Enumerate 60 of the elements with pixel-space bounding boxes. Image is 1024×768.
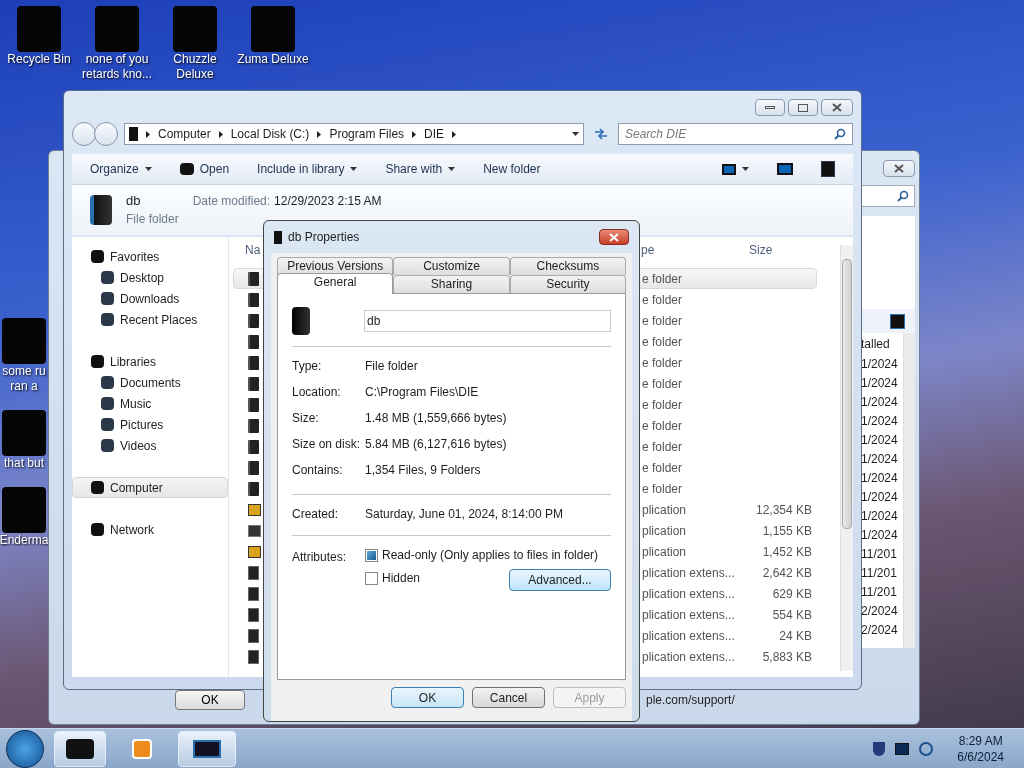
date-cell-text: 1/2024 xyxy=(861,375,899,392)
type-cell-text: e folder xyxy=(642,375,684,393)
date-cell-text: 1/2024 xyxy=(861,489,899,506)
item-type: File folder xyxy=(126,211,179,228)
type-cell-text: e folder xyxy=(642,438,684,456)
property-label: Attributes: xyxy=(292,549,348,566)
property-label: Size: xyxy=(292,410,320,427)
property-label: Size on disk: xyxy=(292,436,362,453)
size-cell-text: 629 KB xyxy=(771,585,812,603)
property-value: 1.48 MB (1,559,666 bytes) xyxy=(365,410,507,427)
date-cell-text: 11/201 xyxy=(861,546,898,563)
item-name: db xyxy=(126,192,142,210)
property-label: Contains: xyxy=(292,462,344,479)
date-cell-text: 1/2024 xyxy=(861,432,899,449)
type-cell-text: e folder xyxy=(642,396,684,414)
date-cell-text: 1/2024 xyxy=(861,508,899,525)
type-cell-text: plication extens... xyxy=(642,585,736,603)
date-cell-text: 2/2024 xyxy=(861,622,899,639)
dialog-title: db Properties xyxy=(288,229,361,246)
property-label: Type: xyxy=(292,358,323,375)
type-cell-text: e folder xyxy=(642,333,684,351)
size-cell-text: 2,642 KB xyxy=(761,564,812,582)
date-cell-text: 1/2024 xyxy=(861,470,899,487)
date-cell-text: 1/2024 xyxy=(861,356,899,373)
date-cell-text: 1/2024 xyxy=(861,394,899,411)
type-cell-text: e folder xyxy=(642,291,684,309)
field-value: 12/29/2023 2:15 AM xyxy=(274,193,382,210)
date-cell-text: 11/201 xyxy=(861,584,898,601)
field-label: Date modified: xyxy=(192,193,271,210)
type-cell-text: e folder xyxy=(642,417,684,435)
property-label: Location: xyxy=(292,384,342,401)
property-value: C:\Program Files\DIE xyxy=(365,384,479,401)
date-cell-text: 1/2024 xyxy=(861,527,899,544)
date-cell-text: 1/2024 xyxy=(861,451,899,468)
type-cell-text: plication extens... xyxy=(642,564,736,582)
type-cell-text: e folder xyxy=(642,480,684,498)
type-cell-text: e folder xyxy=(642,270,684,288)
size-cell-text: 24 KB xyxy=(778,627,812,645)
type-cell-text: plication xyxy=(642,522,688,540)
size-cell-text: 1,155 KB xyxy=(761,522,812,540)
size-cell-text: 12,354 KB xyxy=(754,501,812,519)
size-cell-text: 5,883 KB xyxy=(761,648,812,666)
type-cell-text: e folder xyxy=(642,459,684,477)
type-cell-text: plication extens... xyxy=(642,606,736,624)
property-value: 1,354 Files, 9 Folders xyxy=(365,462,481,479)
type-cell-text: plication xyxy=(642,543,688,561)
type-cell-text: e folder xyxy=(642,354,684,372)
date-cell-text: 1/2024 xyxy=(861,413,899,430)
type-cell-text: plication xyxy=(642,501,688,519)
property-label: Created: xyxy=(292,506,340,523)
property-value: 5.84 MB (6,127,616 bytes) xyxy=(365,436,507,453)
property-value: File folder xyxy=(365,358,418,375)
type-cell-text: e folder xyxy=(642,312,684,330)
size-cell-text: 554 KB xyxy=(771,606,812,624)
type-cell-text: plication extens... xyxy=(642,648,736,666)
date-cell-text: 11/201 xyxy=(861,565,898,582)
size-cell-text: 1,452 KB xyxy=(761,543,812,561)
property-value: Saturday, June 01, 2024, 8:14:00 PM xyxy=(365,506,563,523)
date-cell-text: 2/2024 xyxy=(861,603,899,620)
type-cell-text: plication extens... xyxy=(642,627,736,645)
